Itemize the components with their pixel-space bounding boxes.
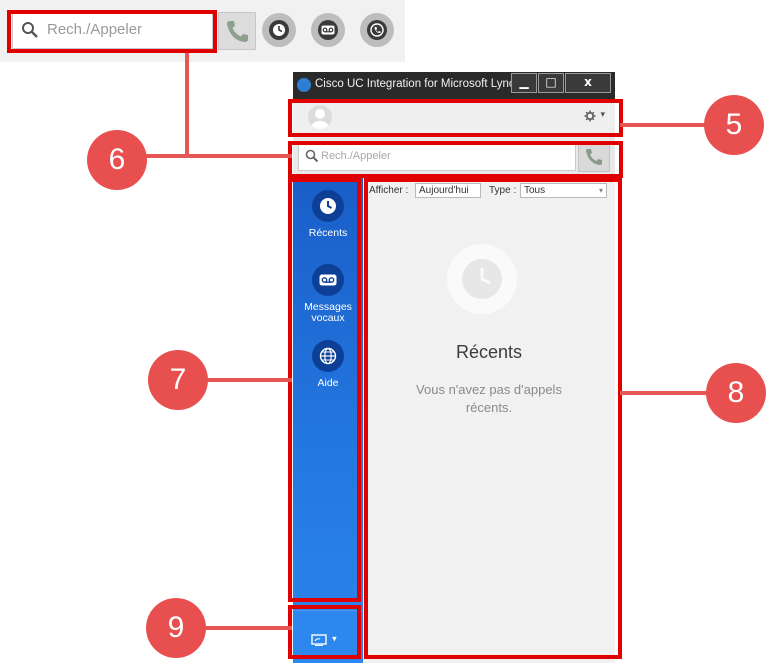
callout-5: 5	[704, 95, 764, 155]
highlight-device-selector	[288, 605, 361, 659]
top-call-button[interactable]	[218, 12, 256, 50]
callout-8-connector	[620, 391, 720, 395]
callout-8: 8	[706, 363, 766, 423]
maximize-button[interactable]: □	[538, 73, 564, 93]
phone-icon	[227, 21, 248, 42]
callout-7-connector	[200, 378, 292, 382]
top-custom-button[interactable]	[360, 13, 394, 47]
phone-globe-icon	[370, 23, 384, 37]
highlight-profile-bar	[288, 99, 623, 137]
voicemail-icon	[321, 25, 335, 35]
top-recents-button[interactable]	[262, 13, 296, 47]
minimize-button[interactable]: ▁	[511, 73, 537, 93]
top-voicemail-button[interactable]	[311, 13, 345, 47]
highlight-sidebar	[288, 178, 361, 602]
close-button[interactable]: x	[565, 73, 611, 93]
highlight-top-search	[7, 10, 217, 53]
cisco-app-icon	[297, 78, 311, 92]
clock-icon	[273, 24, 285, 36]
callout-6: 6	[87, 130, 147, 190]
callout-9: 9	[146, 598, 206, 658]
highlight-search-bar	[288, 141, 623, 178]
window-title: Cisco UC Integration for Microsoft Lync	[315, 78, 515, 90]
callout-6-connector	[140, 154, 292, 158]
window-titlebar: Cisco UC Integration for Microsoft Lync …	[293, 72, 615, 99]
callout-6-connector-left	[185, 53, 189, 156]
highlight-content-panel	[364, 178, 622, 659]
callout-5-connector	[620, 123, 715, 127]
callout-9-connector	[200, 626, 292, 630]
callout-7: 7	[148, 350, 208, 410]
